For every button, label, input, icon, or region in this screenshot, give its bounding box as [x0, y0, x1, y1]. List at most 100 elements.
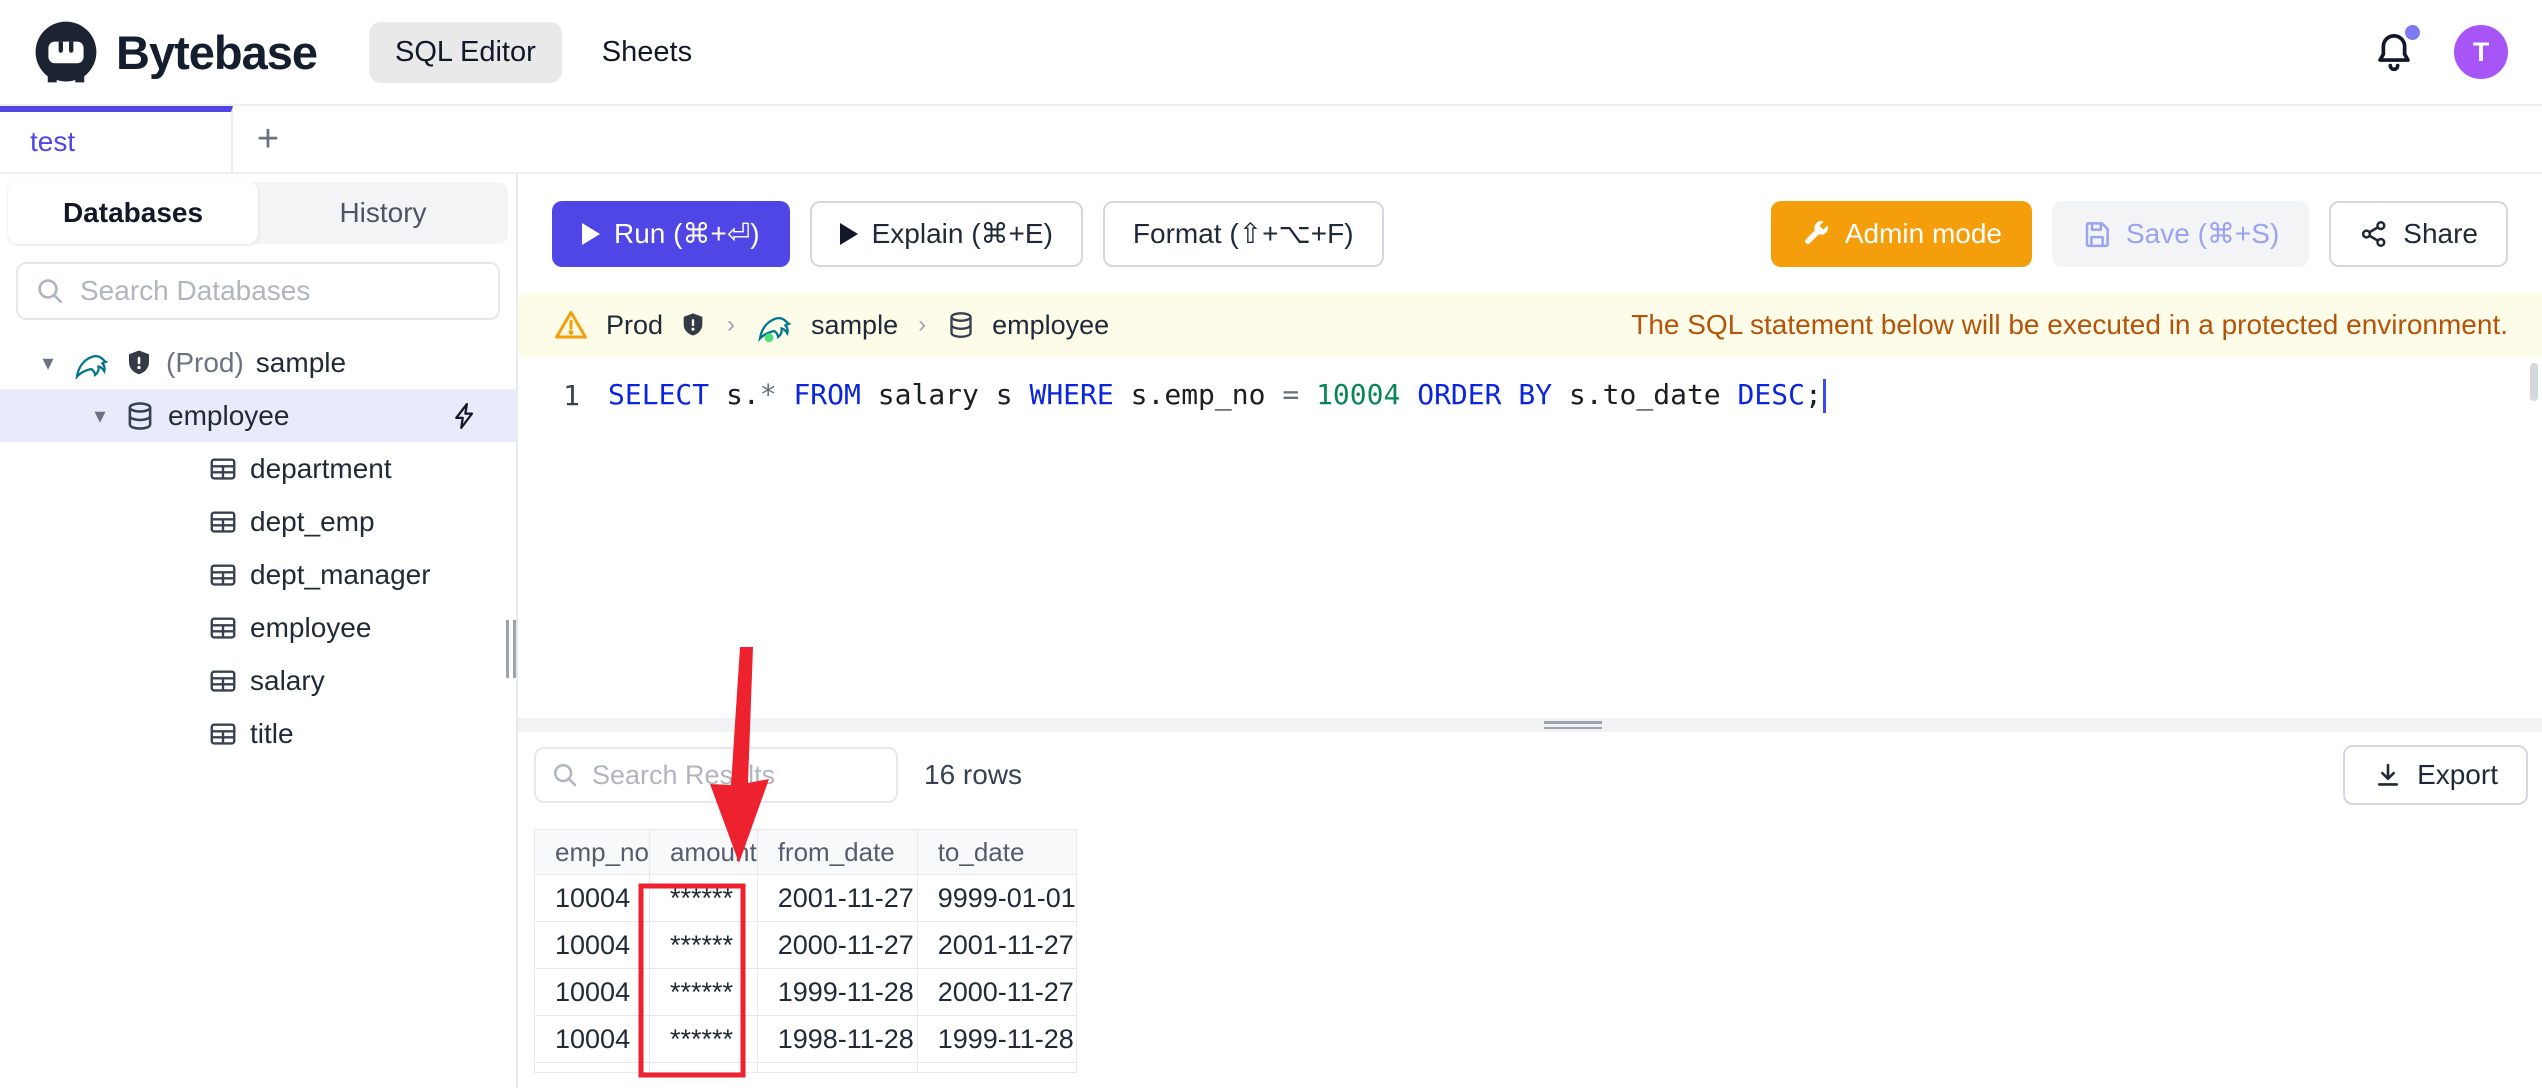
- admin-mode-button[interactable]: Admin mode: [1770, 200, 2032, 267]
- sheet-tab-test[interactable]: test: [0, 106, 233, 172]
- notifications-button[interactable]: [2372, 25, 2420, 75]
- mysql-icon: [755, 307, 795, 343]
- app-header: Bytebase SQL Editor Sheets T: [0, 0, 2542, 106]
- bytebase-logo[interactable]: Bytebase: [34, 20, 318, 84]
- table-row[interactable]: 10004 ****** 1999-11-28 2000-11-27: [534, 968, 1077, 1016]
- instance-name: sample: [255, 346, 347, 378]
- column-header-emp_no[interactable]: emp_no: [534, 829, 650, 875]
- table-row[interactable]: 10004 ****** 2000-11-27 2001-11-27: [534, 921, 1077, 969]
- tree-table-row[interactable]: employee: [0, 601, 516, 654]
- tab-databases[interactable]: Databases: [8, 182, 258, 244]
- column-header-from_date[interactable]: from_date: [756, 829, 918, 875]
- search-icon: [550, 760, 580, 790]
- table-name: salary: [250, 664, 325, 696]
- chevron-down-icon: ▾: [94, 402, 106, 428]
- database-search: [16, 262, 500, 320]
- save-button[interactable]: Save (⌘+S): [2052, 200, 2310, 267]
- code-line: 1 SELECT s.* FROM salary s WHERE s.emp_n…: [518, 375, 2542, 415]
- shield-icon: [124, 348, 154, 378]
- database-tree: ▾ (Prod) sample ▾ employee department de…: [0, 336, 516, 760]
- export-button[interactable]: Export: [2343, 745, 2528, 805]
- cell-to_date[interactable]: 2000-11-27: [916, 968, 1077, 1016]
- tree-table-row[interactable]: department: [0, 442, 516, 495]
- share-icon: [2359, 219, 2389, 249]
- column-header-to_date[interactable]: to_date: [916, 829, 1077, 875]
- table-row-partial: [534, 1062, 1077, 1073]
- connection-context-bar: Prod › sample › employee The SQL stateme…: [518, 293, 2542, 357]
- editor-scrollbar-thumb[interactable]: [2530, 363, 2538, 401]
- cell-from_date[interactable]: 1998-11-28: [756, 1015, 918, 1063]
- table-icon: [210, 669, 236, 692]
- database-name: employee: [168, 399, 290, 431]
- table-name: department: [250, 452, 392, 484]
- database-icon: [124, 400, 156, 432]
- share-button[interactable]: Share: [2329, 200, 2508, 267]
- tree-database-row[interactable]: ▾ employee: [0, 389, 516, 442]
- results-table[interactable]: emp_no amount from_date to_date 10004 ****** 2…: [534, 829, 1077, 1073]
- lightning-icon[interactable]: [450, 401, 480, 431]
- results-panel: 16 rows Export emp_noamountfrom_dateto_d…: [518, 732, 2542, 1088]
- sidebar-tabs: Databases History: [8, 182, 508, 244]
- cell-amount[interactable]: ******: [648, 874, 758, 922]
- tree-table-row[interactable]: dept_emp: [0, 495, 516, 548]
- nav-sheets[interactable]: Sheets: [576, 22, 718, 83]
- table-icon: [210, 722, 236, 745]
- cell-to_date[interactable]: 2001-11-27: [916, 921, 1077, 969]
- cell-from_date[interactable]: 2000-11-27: [756, 921, 918, 969]
- download-icon: [2373, 760, 2403, 790]
- nav-sql-editor[interactable]: SQL Editor: [369, 21, 562, 83]
- cell-emp_no[interactable]: 10004: [534, 1015, 650, 1063]
- user-avatar[interactable]: T: [2454, 25, 2508, 79]
- play-icon: [582, 222, 600, 245]
- crumb-environment[interactable]: Prod: [606, 310, 663, 341]
- sql-editor[interactable]: 1 SELECT s.* FROM salary s WHERE s.emp_n…: [518, 357, 2542, 718]
- search-icon: [34, 275, 66, 307]
- add-tab-button[interactable]: +: [233, 106, 303, 172]
- format-button[interactable]: Format (⇧+⌥+F): [1102, 200, 1384, 267]
- cell-amount[interactable]: ******: [648, 921, 758, 969]
- tree-table-row[interactable]: dept_manager: [0, 548, 516, 601]
- shield-icon: [679, 311, 707, 339]
- cell-amount[interactable]: ******: [648, 968, 758, 1016]
- warning-icon: [552, 307, 590, 343]
- row-count: 16 rows: [924, 759, 1023, 790]
- table-row[interactable]: 10004 ****** 1998-11-28 1999-11-28: [534, 1015, 1077, 1063]
- tree-table-row[interactable]: salary: [0, 654, 516, 707]
- table-icon: [210, 457, 236, 480]
- cell-amount[interactable]: ******: [648, 1015, 758, 1063]
- cell-to_date[interactable]: 9999-01-01: [916, 874, 1077, 922]
- crumb-table[interactable]: employee: [992, 310, 1109, 341]
- tree-instance-row[interactable]: ▾ (Prod) sample: [0, 336, 516, 389]
- results-search: [534, 747, 898, 803]
- database-icon: [946, 310, 976, 340]
- panel-resize-handle[interactable]: [518, 718, 2542, 732]
- crumb-database[interactable]: sample: [811, 310, 898, 341]
- tab-history[interactable]: History: [258, 182, 508, 244]
- environment-label: (Prod): [166, 346, 244, 378]
- cell-emp_no[interactable]: 10004: [534, 921, 650, 969]
- editor-toolbar: Run (⌘+⏎) Explain (⌘+E) Format (⇧+⌥+F) A…: [518, 174, 2542, 293]
- search-databases-input[interactable]: [80, 275, 482, 307]
- sql-statement: SELECT s.* FROM salary s WHERE s.emp_no …: [608, 378, 1826, 413]
- cell-to_date[interactable]: 1999-11-28: [916, 1015, 1077, 1063]
- cell-from_date[interactable]: 1999-11-28: [756, 968, 918, 1016]
- header-right: T: [2372, 25, 2508, 79]
- cell-emp_no[interactable]: 10004: [534, 968, 650, 1016]
- save-icon: [2082, 219, 2112, 249]
- table-row[interactable]: 10004 ****** 2001-11-27 9999-01-01: [534, 874, 1077, 922]
- run-button[interactable]: Run (⌘+⏎): [552, 200, 790, 267]
- column-header-amount[interactable]: amount: [648, 829, 758, 875]
- chevron-right-icon: ›: [727, 311, 736, 338]
- sidebar-resize-handle[interactable]: [504, 620, 518, 678]
- table-name: dept_manager: [250, 558, 431, 590]
- explain-button[interactable]: Explain (⌘+E): [809, 200, 1083, 267]
- sheet-tabbar: test +: [0, 106, 2542, 174]
- search-results-input[interactable]: [592, 759, 882, 791]
- sidebar: Databases History ▾: [0, 174, 518, 1088]
- tree-tables: department dept_emp dept_manager employe…: [0, 442, 516, 760]
- tree-table-row[interactable]: title: [0, 707, 516, 760]
- cell-emp_no[interactable]: 10004: [534, 874, 650, 922]
- cell-from_date[interactable]: 2001-11-27: [756, 874, 918, 922]
- table-icon: [210, 616, 236, 639]
- top-nav: SQL Editor Sheets: [369, 21, 718, 83]
